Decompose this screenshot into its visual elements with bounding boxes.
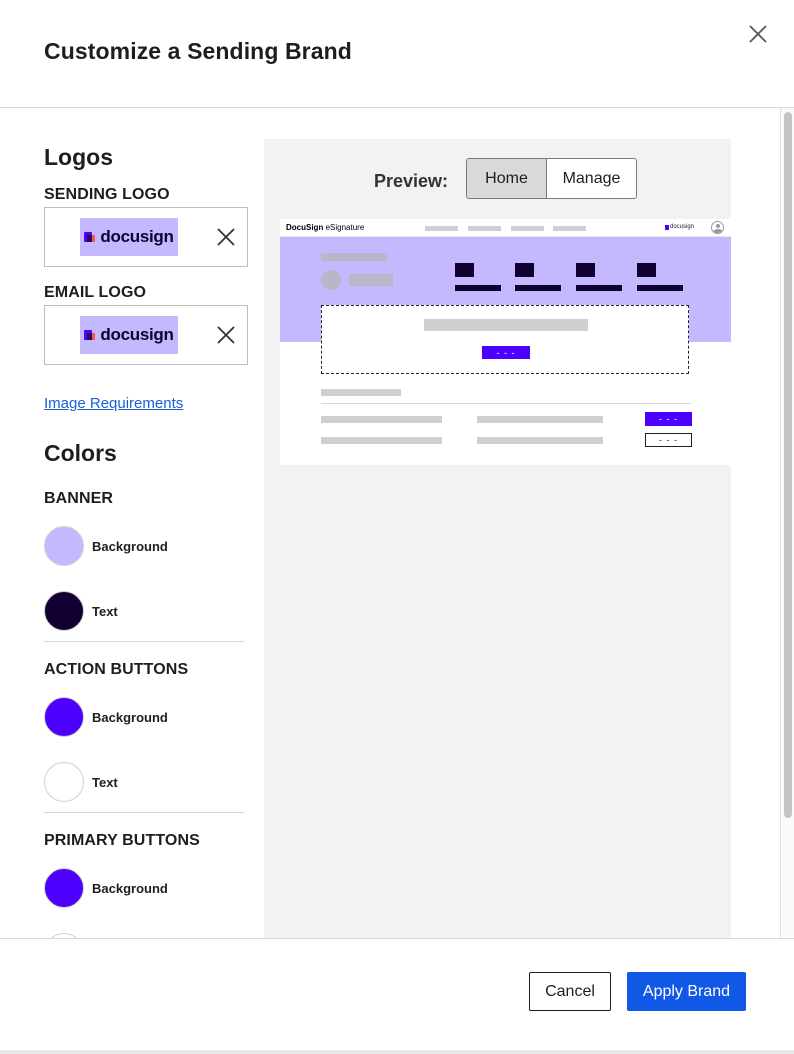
cancel-button[interactable]: Cancel xyxy=(529,972,611,1011)
docusign-logo-mark-icon xyxy=(665,224,669,230)
sending-logo-box[interactable]: docusign xyxy=(44,207,248,267)
mock-nav-item xyxy=(553,226,586,231)
action-buttons-colors-label: ACTION BUTTONS xyxy=(44,661,189,678)
mock-stat-value xyxy=(637,263,656,277)
mock-drop-card: - - - xyxy=(321,305,689,374)
sending-logo-label: SENDING LOGO xyxy=(44,186,170,203)
scrollbar-thumb[interactable] xyxy=(784,112,792,818)
mock-mini-logo-text: docusign xyxy=(670,224,695,230)
color-swatch[interactable] xyxy=(44,697,84,737)
close-icon xyxy=(217,326,235,344)
mock-nav-item xyxy=(468,226,501,231)
colors-heading: Colors xyxy=(44,440,117,466)
mock-section-title xyxy=(321,389,401,396)
mock-stat-label xyxy=(576,285,622,291)
email-logo-box[interactable]: docusign xyxy=(44,305,248,365)
logos-heading: Logos xyxy=(44,144,113,170)
swatch-label: Text xyxy=(92,774,118,790)
action-buttons-text-color: Text xyxy=(44,762,248,802)
modal-body: Logos SENDING LOGO docusign EMAIL LOGO d… xyxy=(0,108,794,938)
modal-footer: Cancel Apply Brand xyxy=(0,938,794,1050)
mock-divider xyxy=(321,403,691,404)
primary-buttons-background-color: Background xyxy=(44,868,248,908)
swatch-label: Background xyxy=(92,709,168,725)
divider xyxy=(44,641,244,642)
mock-top-bar: DocuSign eSignature docusign xyxy=(280,219,731,237)
apply-brand-button[interactable]: Apply Brand xyxy=(627,972,746,1011)
image-requirements-link[interactable]: Image Requirements xyxy=(44,395,183,412)
close-icon xyxy=(749,25,767,43)
mock-nav-item xyxy=(511,226,544,231)
modal-title: Customize a Sending Brand xyxy=(44,38,352,64)
remove-sending-logo-button[interactable] xyxy=(215,226,237,248)
mock-card-action-button: - - - xyxy=(482,346,530,359)
avatar-icon xyxy=(711,221,724,234)
close-button[interactable] xyxy=(746,22,770,46)
mock-nav-item xyxy=(425,226,458,231)
customize-brand-modal: Customize a Sending Brand Logos SENDING … xyxy=(0,0,794,1054)
email-logo-text: docusign xyxy=(100,325,174,344)
mock-row-cell xyxy=(321,416,442,423)
swatch-label: Text xyxy=(92,603,118,619)
mock-stat-label xyxy=(515,285,561,291)
banner-colors-label: BANNER xyxy=(44,490,114,507)
mock-banner-avatar xyxy=(321,270,341,290)
color-swatch[interactable] xyxy=(44,591,84,631)
color-swatch[interactable] xyxy=(44,526,84,566)
mock-row-primary-button: - - - xyxy=(645,412,692,426)
mock-row-cell xyxy=(477,437,603,444)
email-logo-label: EMAIL LOGO xyxy=(44,284,147,301)
mock-banner-name xyxy=(349,274,393,286)
mock-mini-logo: docusign xyxy=(665,224,694,230)
divider xyxy=(44,812,244,813)
preview-mock-page: DocuSign eSignature docusign - - - - - -… xyxy=(280,219,731,465)
email-logo-image: docusign xyxy=(80,316,178,354)
footer-edge xyxy=(0,1050,794,1054)
docusign-logo-mark-icon xyxy=(84,328,97,342)
action-buttons-background-color: Background xyxy=(44,697,248,737)
color-swatch[interactable] xyxy=(44,868,84,908)
docusign-logo-mark-icon xyxy=(84,230,97,244)
primary-buttons-colors-label: PRIMARY BUTTONS xyxy=(44,832,200,849)
color-swatch[interactable] xyxy=(44,762,84,802)
swatch-label: Background xyxy=(92,880,168,896)
mock-stat-value xyxy=(455,263,474,277)
mock-brand: DocuSign eSignature xyxy=(286,223,364,232)
tab-manage[interactable]: Manage xyxy=(547,159,636,198)
sending-logo-text: docusign xyxy=(100,227,174,246)
mock-product-name: eSignature xyxy=(325,223,365,232)
preview-tabs: Home Manage xyxy=(466,158,637,199)
mock-row-cell xyxy=(477,416,603,423)
preview-label: Preview: xyxy=(374,171,449,191)
mock-stat-value xyxy=(576,263,595,277)
banner-background-color: Background xyxy=(44,526,248,566)
mock-row-cell xyxy=(321,437,442,444)
mock-card-text xyxy=(424,319,588,331)
mock-stat-value xyxy=(515,263,534,277)
modal-header: Customize a Sending Brand xyxy=(0,0,794,108)
remove-email-logo-button[interactable] xyxy=(215,324,237,346)
mock-brand-name: DocuSign xyxy=(286,223,324,232)
mock-row-secondary-button: - - - xyxy=(645,433,692,447)
mock-banner-title xyxy=(321,253,387,261)
sending-logo-image: docusign xyxy=(80,218,178,256)
mock-stat-label xyxy=(455,285,501,291)
body-scrollbar[interactable] xyxy=(780,108,794,938)
banner-text-color: Text xyxy=(44,591,248,631)
mock-stat-label xyxy=(637,285,683,291)
close-icon xyxy=(217,228,235,246)
tab-home[interactable]: Home xyxy=(467,159,547,198)
brand-preview-panel: Preview: Home Manage DocuSign eSignature… xyxy=(264,139,731,938)
swatch-label: Background xyxy=(92,538,168,554)
